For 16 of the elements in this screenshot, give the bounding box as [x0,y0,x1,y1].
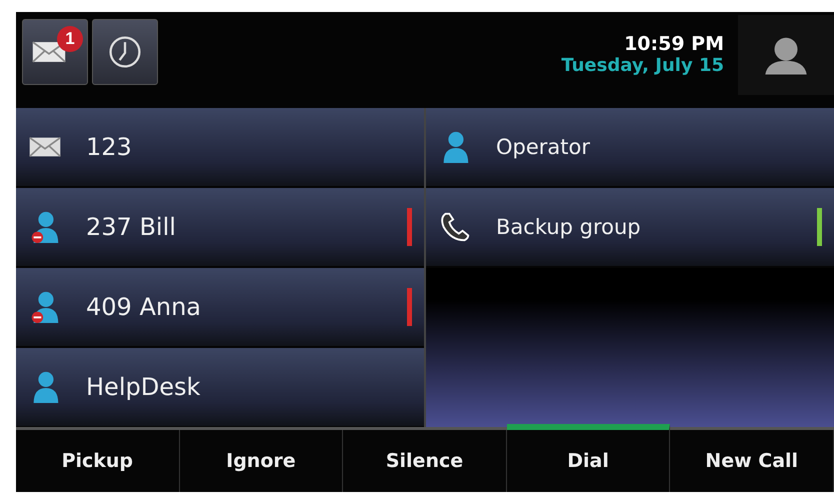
time-text: 10:59 PM [624,32,724,54]
recent-calls-button[interactable] [92,19,158,85]
date-text: Tuesday, July 15 [561,54,724,76]
clock-icon [107,34,143,70]
line-key[interactable]: Backup group [426,188,834,266]
softkey[interactable]: Dial [506,424,670,492]
messages-button[interactable]: 1 [22,19,88,85]
message-count-badge: 1 [57,26,83,52]
line-key[interactable]: 237 Bill [16,188,424,266]
phone-icon [438,210,472,244]
line-key[interactable]: 123 [16,108,424,186]
user-button[interactable] [738,15,834,95]
line-key[interactable]: HelpDesk [16,348,424,426]
person-icon [763,35,809,75]
line-key[interactable]: Operator [426,108,834,186]
line-key[interactable]: 409 Anna [16,268,424,346]
